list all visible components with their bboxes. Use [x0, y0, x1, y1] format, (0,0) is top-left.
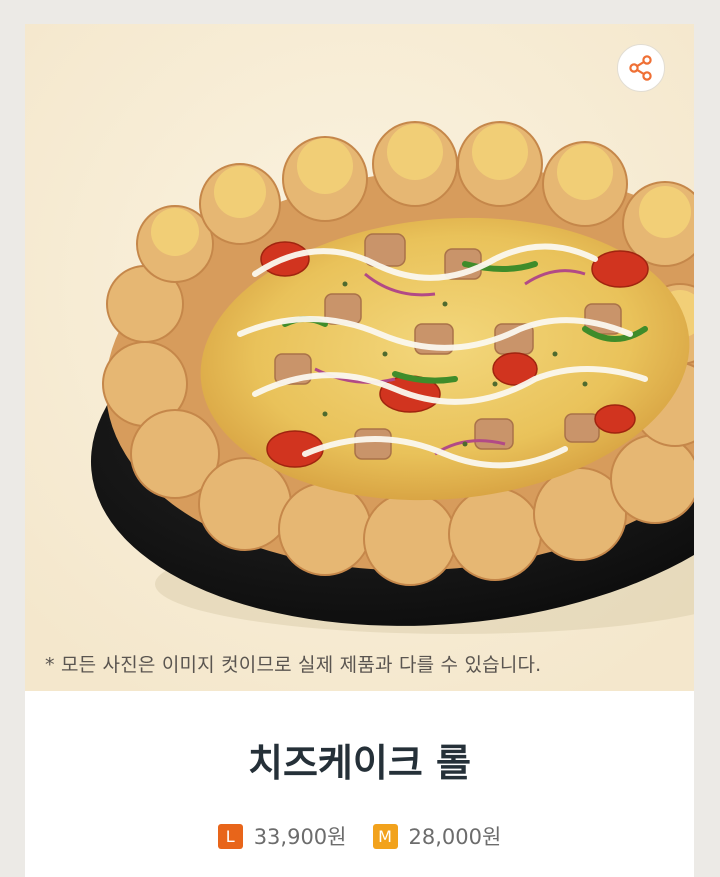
product-image-area: * 모든 사진은 이미지 컷이므로 실제 제품과 다를 수 있습니다.	[25, 24, 694, 691]
price-value-medium: 28,000원	[408, 825, 502, 849]
share-button[interactable]	[617, 44, 665, 92]
product-card: * 모든 사진은 이미지 컷이므로 실제 제품과 다를 수 있습니다. 치즈케이…	[25, 24, 694, 877]
pizza-photo	[25, 24, 694, 691]
image-disclaimer: * 모든 사진은 이미지 컷이므로 실제 제품과 다를 수 있습니다.	[45, 654, 542, 676]
product-title: 치즈케이크 롤	[248, 741, 471, 785]
price-medium: M 28,000원	[372, 821, 502, 851]
price-value-large: 33,900원	[253, 825, 347, 849]
price-list: L 33,900원 M 28,000원	[25, 821, 694, 851]
price-large: L 33,900원	[217, 821, 347, 851]
size-badge-large: L	[217, 823, 243, 849]
size-badge-medium: M	[372, 823, 398, 849]
share-icon	[629, 55, 652, 81]
